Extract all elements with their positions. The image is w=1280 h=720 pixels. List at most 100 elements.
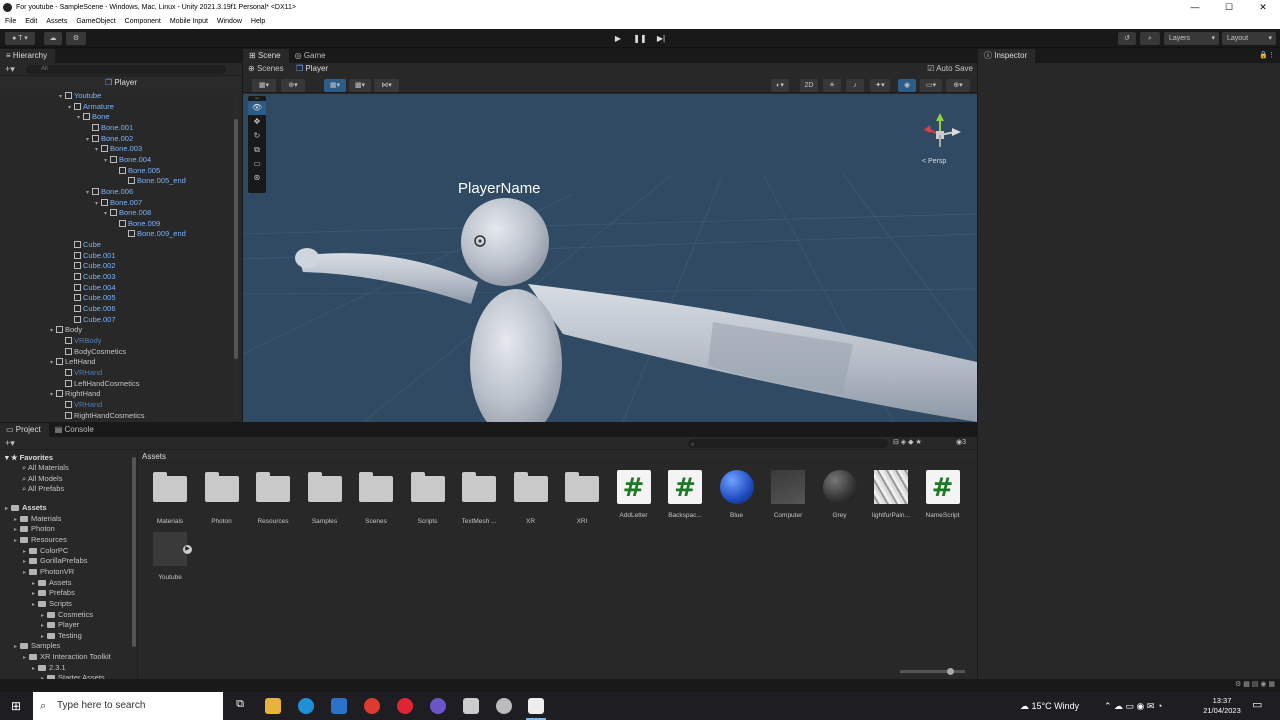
asset-item[interactable]: Computer <box>768 470 808 519</box>
cloud-icon[interactable]: ☁ <box>44 32 62 45</box>
hierarchy-row[interactable]: ▾ Bone.003 <box>95 144 142 154</box>
add-icon[interactable]: +▾ <box>5 64 15 75</box>
clock[interactable]: 13:37 21/04/2023 <box>1198 696 1246 716</box>
asset-item[interactable]: Scenes <box>356 470 396 525</box>
history-icon[interactable]: ↺ <box>1118 32 1136 45</box>
hierarchy-row[interactable]: BodyCosmetics <box>59 347 126 357</box>
scene-viewport[interactable]: ═ 👁 ✥ ↻ ⧉ ▭ ⊛ < Persp PlayerName <box>243 94 977 422</box>
assets-breadcrumb[interactable]: Assets <box>139 451 977 463</box>
gizmo-handle-icon[interactable]: ⋈▾ <box>374 79 399 92</box>
menu-edit[interactable]: Edit <box>25 15 37 29</box>
asset-item[interactable]: Samples <box>305 470 345 525</box>
asset-item[interactable]: TextMesh ... <box>459 470 499 525</box>
unity-hub-icon[interactable] <box>463 698 479 714</box>
github-desktop-icon[interactable] <box>496 698 512 714</box>
filter-icons[interactable]: ⊟ ◈ ◆ ★ <box>893 438 922 446</box>
project-folder-row[interactable]: ▸ ColorPC <box>23 546 68 556</box>
opera-icon[interactable] <box>397 698 413 714</box>
project-folder-row[interactable]: ▸ 2.3.1 <box>32 663 66 673</box>
hierarchy-row[interactable]: Bone.009_end <box>122 229 186 239</box>
inspector-lock-icon[interactable]: 🔒⋮ <box>1259 51 1275 59</box>
rect-tool-icon[interactable]: ▭ <box>248 157 266 171</box>
asset-item[interactable]: XRI <box>562 470 602 525</box>
hierarchy-row[interactable]: ▾ Bone.008 <box>104 208 151 218</box>
asset-item[interactable]: ▶ Youtube <box>150 532 192 581</box>
hierarchy-row[interactable]: ▾ Armature <box>68 102 114 112</box>
hierarchy-row[interactable]: Cube.006 <box>68 304 116 314</box>
hierarchy-row[interactable]: Bone.009 <box>113 219 160 229</box>
hierarchy-row[interactable]: Cube.004 <box>68 283 116 293</box>
hierarchy-row[interactable]: VRHand <box>59 400 102 410</box>
hierarchy-row[interactable]: ▾ RightHand <box>50 389 100 399</box>
chrome-icon[interactable] <box>364 698 380 714</box>
rotate-tool-icon[interactable]: ↻ <box>248 129 266 143</box>
favorites-header[interactable]: ▾ ★ Favorites <box>5 453 53 463</box>
status-icons[interactable]: ⚙ ▩ ▤ ◉ ▦ <box>1235 680 1275 688</box>
file-explorer-icon[interactable] <box>265 698 281 714</box>
asset-item[interactable]: Grey <box>820 470 860 519</box>
hierarchy-row[interactable]: Bone.005_end <box>122 176 186 186</box>
zoom-slider[interactable] <box>900 668 965 675</box>
favorite-item[interactable]: ⌕ All Materials <box>22 463 69 473</box>
project-folder-row[interactable]: ▸ Assets <box>32 578 72 588</box>
project-folder-row[interactable]: ▸ Testing <box>41 631 82 641</box>
pause-button[interactable]: ❚❚ <box>631 32 649 45</box>
grid-snap-icon[interactable]: ▦▾ <box>324 79 346 92</box>
hierarchy-row[interactable]: Cube.007 <box>68 315 116 325</box>
asset-item[interactable]: # NameScript <box>923 470 963 519</box>
pivot-icon[interactable]: ⊕▾ <box>281 79 305 92</box>
player-model[interactable] <box>295 198 977 422</box>
search-icon[interactable]: ⌕ <box>1140 32 1160 45</box>
discord-icon[interactable] <box>430 698 446 714</box>
project-folder-row[interactable]: ▸ Prefabs <box>32 588 75 598</box>
close-button[interactable]: ✕ <box>1246 0 1280 15</box>
favorite-item[interactable]: ⌕ All Models <box>22 474 62 484</box>
hierarchy-row[interactable]: Bone.005 <box>113 166 160 176</box>
asset-item[interactable]: Materials <box>150 470 190 525</box>
lighting-icon[interactable]: ☀ <box>823 79 841 92</box>
tab-game[interactable]: ◎ Game <box>288 49 334 63</box>
weather-widget[interactable]: ☁ 15°C Windy <box>1020 692 1079 720</box>
hierarchy-row[interactable]: Bone.001 <box>86 123 133 133</box>
hierarchy-row[interactable]: ▾ Youtube <box>59 91 101 101</box>
snap-increment-icon[interactable]: ▩▾ <box>349 79 371 92</box>
menu-gameobject[interactable]: GameObject <box>76 15 115 29</box>
unity-editor-icon[interactable] <box>528 698 544 714</box>
asset-item[interactable]: Blue <box>717 470 757 519</box>
project-folder-row[interactable]: ▸ Assets <box>5 503 47 513</box>
autosave-toggle[interactable]: ☑ Auto Save <box>927 63 973 75</box>
asset-item[interactable]: # AddLetter <box>614 470 654 519</box>
tab-console[interactable]: ▤ Console <box>48 423 102 437</box>
layers-dropdown[interactable]: Layers ▾ <box>1164 32 1219 45</box>
asset-item[interactable]: lightfurPain... <box>871 470 911 519</box>
hierarchy-row[interactable]: VRHand <box>59 368 102 378</box>
asset-item[interactable]: Scripts <box>408 470 448 525</box>
hierarchy-scrollbar[interactable] <box>233 91 239 418</box>
hierarchy-row[interactable]: ▾ Bone.004 <box>104 155 151 165</box>
menu-assets[interactable]: Assets <box>46 15 67 29</box>
taskbar-search-input[interactable]: ⌕ Type here to search <box>33 692 223 720</box>
prefab-breadcrumb[interactable]: ❒ Player <box>0 77 242 89</box>
camera-settings-icon[interactable]: ▭▾ <box>920 79 942 92</box>
mail-icon[interactable] <box>331 698 347 714</box>
project-folder-row[interactable]: ▸ Cosmetics <box>41 610 93 620</box>
step-button[interactable]: ▶| <box>652 32 670 45</box>
menu-component[interactable]: Component <box>125 15 161 29</box>
hierarchy-row[interactable]: Cube.001 <box>68 251 116 261</box>
tray-icons[interactable]: ⌃ ☁ ▭ ◉ ✉ ◔ <box>1104 692 1162 720</box>
task-view-icon[interactable]: ⧉ <box>232 698 248 714</box>
effects-icon[interactable]: ✦▾ <box>870 79 890 92</box>
menu-mobile-input[interactable]: Mobile Input <box>170 15 208 29</box>
hidden-objects-icon[interactable]: ◉ <box>898 79 916 92</box>
project-folder-row[interactable]: ▸ XR Interaction Toolkit <box>23 652 111 662</box>
menu-help[interactable]: Help <box>251 15 265 29</box>
asset-item[interactable]: Photon <box>202 470 242 525</box>
project-folder-row[interactable]: ▸ GorillaPrefabs <box>23 556 88 566</box>
layout-dropdown[interactable]: Layout ▾ <box>1222 32 1276 45</box>
asset-item[interactable]: XR <box>511 470 551 525</box>
tab-inspector[interactable]: ⓘ Inspector <box>978 49 1036 63</box>
hierarchy-search-input[interactable]: All <box>26 65 226 74</box>
hierarchy-row[interactable]: VRBody <box>59 336 102 346</box>
project-folder-row[interactable]: ▸ Scripts <box>32 599 72 609</box>
transform-tool-icon[interactable]: ⊛ <box>248 171 266 185</box>
